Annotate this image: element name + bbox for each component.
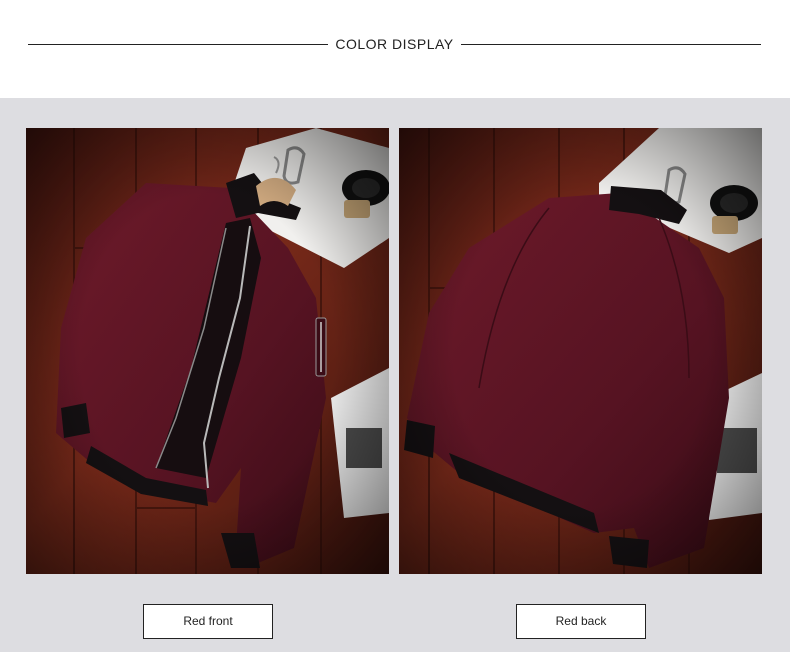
jacket-front-image xyxy=(26,128,389,574)
header-divider-left xyxy=(28,44,328,45)
product-photo-red-back[interactable] xyxy=(399,128,762,574)
caption-red-back[interactable]: Red back xyxy=(516,604,646,639)
product-photo-red-front[interactable] xyxy=(26,128,389,574)
jacket-back-image xyxy=(399,128,762,574)
section-header: COLOR DISPLAY xyxy=(0,0,790,98)
header-divider-right xyxy=(461,44,761,45)
section-title: COLOR DISPLAY xyxy=(335,36,454,52)
caption-red-front[interactable]: Red front xyxy=(143,604,273,639)
